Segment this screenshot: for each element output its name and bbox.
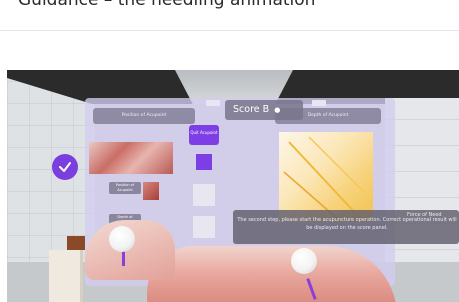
chip-position[interactable]: Position of Acupoint <box>109 182 141 194</box>
confirm-button[interactable] <box>52 154 78 180</box>
empty-slot-1[interactable] <box>193 184 215 206</box>
force-header: Force of Need <box>407 212 442 218</box>
header-divider <box>0 30 459 31</box>
check-icon <box>59 162 71 172</box>
position-header: Position of Acupoint <box>93 108 195 124</box>
instruction-text: The second step, please start the acupun… <box>237 217 457 231</box>
vr-scene: Position of Acupoint Depth of Acupoint S… <box>7 70 459 302</box>
needle-handle-left[interactable] <box>109 226 135 252</box>
needle-handle-right[interactable] <box>291 248 317 274</box>
box <box>67 236 85 250</box>
empty-slot-2[interactable] <box>193 216 215 238</box>
chevron-down-icon[interactable]: ● <box>274 106 280 114</box>
tissue-thumbnail[interactable] <box>143 182 159 200</box>
selection-marker[interactable] <box>196 154 212 170</box>
patient-body-lower <box>147 246 397 302</box>
acupoint-tissue-image <box>89 142 173 174</box>
panel-grip-right[interactable] <box>312 100 326 106</box>
cabinet <box>49 250 83 302</box>
depth-visual <box>279 132 373 222</box>
guidance-caption: Guidance – the needling animation <box>18 0 316 10</box>
depth-needle-rays <box>283 136 365 221</box>
score-display: Score B ● <box>225 100 303 120</box>
panel-grip-left[interactable] <box>206 100 220 106</box>
score-label: Score B <box>233 104 270 115</box>
quit-acupoint-button[interactable]: Quit Acupoint <box>189 125 219 145</box>
